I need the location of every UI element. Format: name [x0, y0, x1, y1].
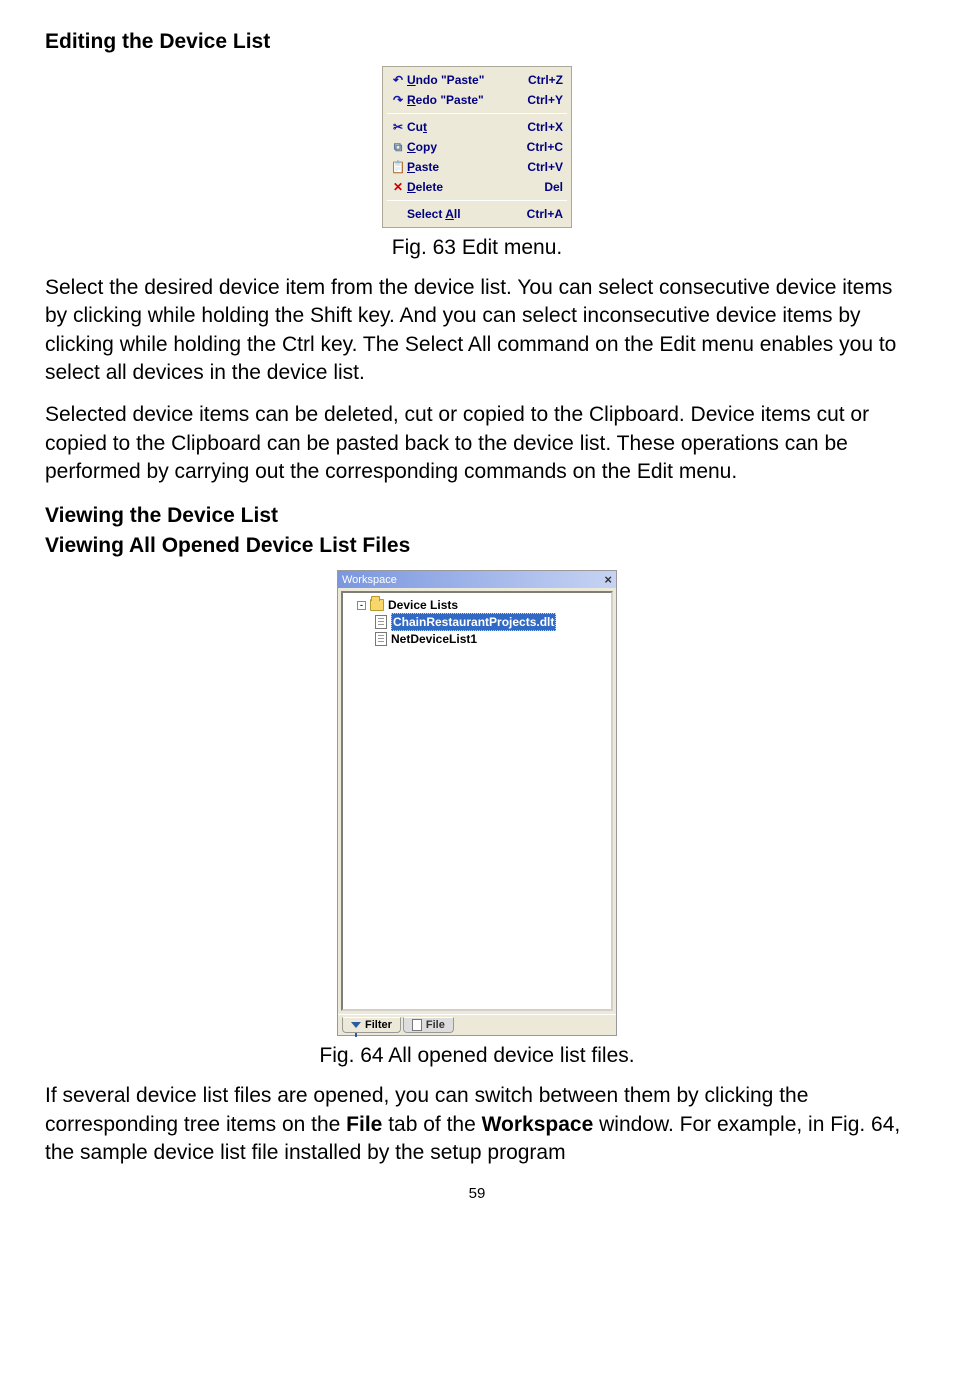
page-number: 59 [45, 1185, 909, 1202]
copy-icon: ⧉ [389, 140, 407, 155]
paragraph-select-devices: Select the desired device item from the … [45, 274, 909, 387]
menu-label: Delete [407, 180, 517, 194]
edit-menu: ↶ Undo "Paste" Ctrl+Z ↷ Redo "Paste" Ctr… [382, 66, 572, 228]
menu-label: Copy [407, 140, 517, 154]
menu-shortcut: Ctrl+C [517, 140, 563, 154]
menu-shortcut: Ctrl+Z [517, 73, 563, 87]
menu-item-cut[interactable]: ✂ Cut Ctrl+X [385, 117, 569, 137]
menu-item-paste[interactable]: 📋 Paste Ctrl+V [385, 157, 569, 177]
workspace-tree: - Device Lists ChainRestaurantProjects.d… [341, 591, 613, 1011]
menu-separator [387, 113, 567, 114]
redo-icon: ↷ [389, 93, 407, 107]
figure-63-caption: Fig. 63 Edit menu. [45, 236, 909, 260]
figure-64-wrap: Workspace × - Device Lists ChainRestaura… [45, 566, 909, 1036]
menu-separator [387, 200, 567, 201]
menu-label: Paste [407, 160, 517, 174]
filter-icon [351, 1022, 361, 1028]
menu-item-redo[interactable]: ↷ Redo "Paste" Ctrl+Y [385, 90, 569, 110]
figure-63-wrap: ↶ Undo "Paste" Ctrl+Z ↷ Redo "Paste" Ctr… [45, 66, 909, 228]
undo-icon: ↶ [389, 73, 407, 87]
workspace-titlebar: Workspace × [338, 571, 616, 588]
document-icon [375, 615, 387, 629]
heading-viewing-device-list: Viewing the Device List [45, 504, 909, 528]
menu-label: Undo "Paste" [407, 73, 517, 87]
tab-file[interactable]: File [403, 1017, 454, 1033]
paragraph-switch-files: If several device list files are opened,… [45, 1082, 909, 1167]
close-icon[interactable]: × [604, 572, 612, 587]
paragraph-clipboard-ops: Selected device items can be deleted, cu… [45, 401, 909, 486]
menu-shortcut: Ctrl+Y [517, 93, 563, 107]
menu-shortcut: Ctrl+A [517, 207, 563, 221]
tab-filter[interactable]: Filter [342, 1017, 401, 1033]
tree-item-label: ChainRestaurantProjects.dlt [391, 613, 556, 631]
delete-icon: ✕ [389, 180, 407, 194]
menu-item-delete[interactable]: ✕ Delete Del [385, 177, 569, 197]
heading-editing-device-list: Editing the Device List [45, 30, 909, 54]
workspace-title-text: Workspace [342, 574, 397, 586]
tree-root-label: Device Lists [388, 597, 458, 613]
menu-item-copy[interactable]: ⧉ Copy Ctrl+C [385, 137, 569, 157]
workspace-panel: Workspace × - Device Lists ChainRestaura… [337, 570, 617, 1036]
menu-shortcut: Ctrl+V [517, 160, 563, 174]
tree-item-net-device-list[interactable]: NetDeviceList1 [347, 631, 607, 647]
heading-viewing-all-opened: Viewing All Opened Device List Files [45, 534, 909, 558]
menu-item-select-all[interactable]: Select All Ctrl+A [385, 204, 569, 224]
menu-item-undo[interactable]: ↶ Undo "Paste" Ctrl+Z [385, 70, 569, 90]
tab-file-label: File [426, 1019, 445, 1031]
workspace-tabs: Filter File [338, 1014, 616, 1035]
document-icon [412, 1019, 422, 1031]
cut-icon: ✂ [389, 120, 407, 134]
tab-filter-label: Filter [365, 1019, 392, 1031]
menu-shortcut: Ctrl+X [517, 120, 563, 134]
document-icon [375, 632, 387, 646]
tree-root-device-lists[interactable]: - Device Lists [347, 597, 607, 613]
menu-label: Cut [407, 120, 517, 134]
menu-label: Select All [407, 207, 517, 221]
figure-64-caption: Fig. 64 All opened device list files. [45, 1044, 909, 1068]
paste-icon: 📋 [389, 160, 407, 174]
tree-item-label: NetDeviceList1 [391, 631, 477, 647]
menu-shortcut: Del [517, 180, 563, 194]
tree-item-chain-restaurant[interactable]: ChainRestaurantProjects.dlt [347, 613, 607, 631]
folder-icon [370, 599, 384, 611]
menu-label: Redo "Paste" [407, 93, 517, 107]
tree-collapse-icon[interactable]: - [357, 601, 366, 610]
